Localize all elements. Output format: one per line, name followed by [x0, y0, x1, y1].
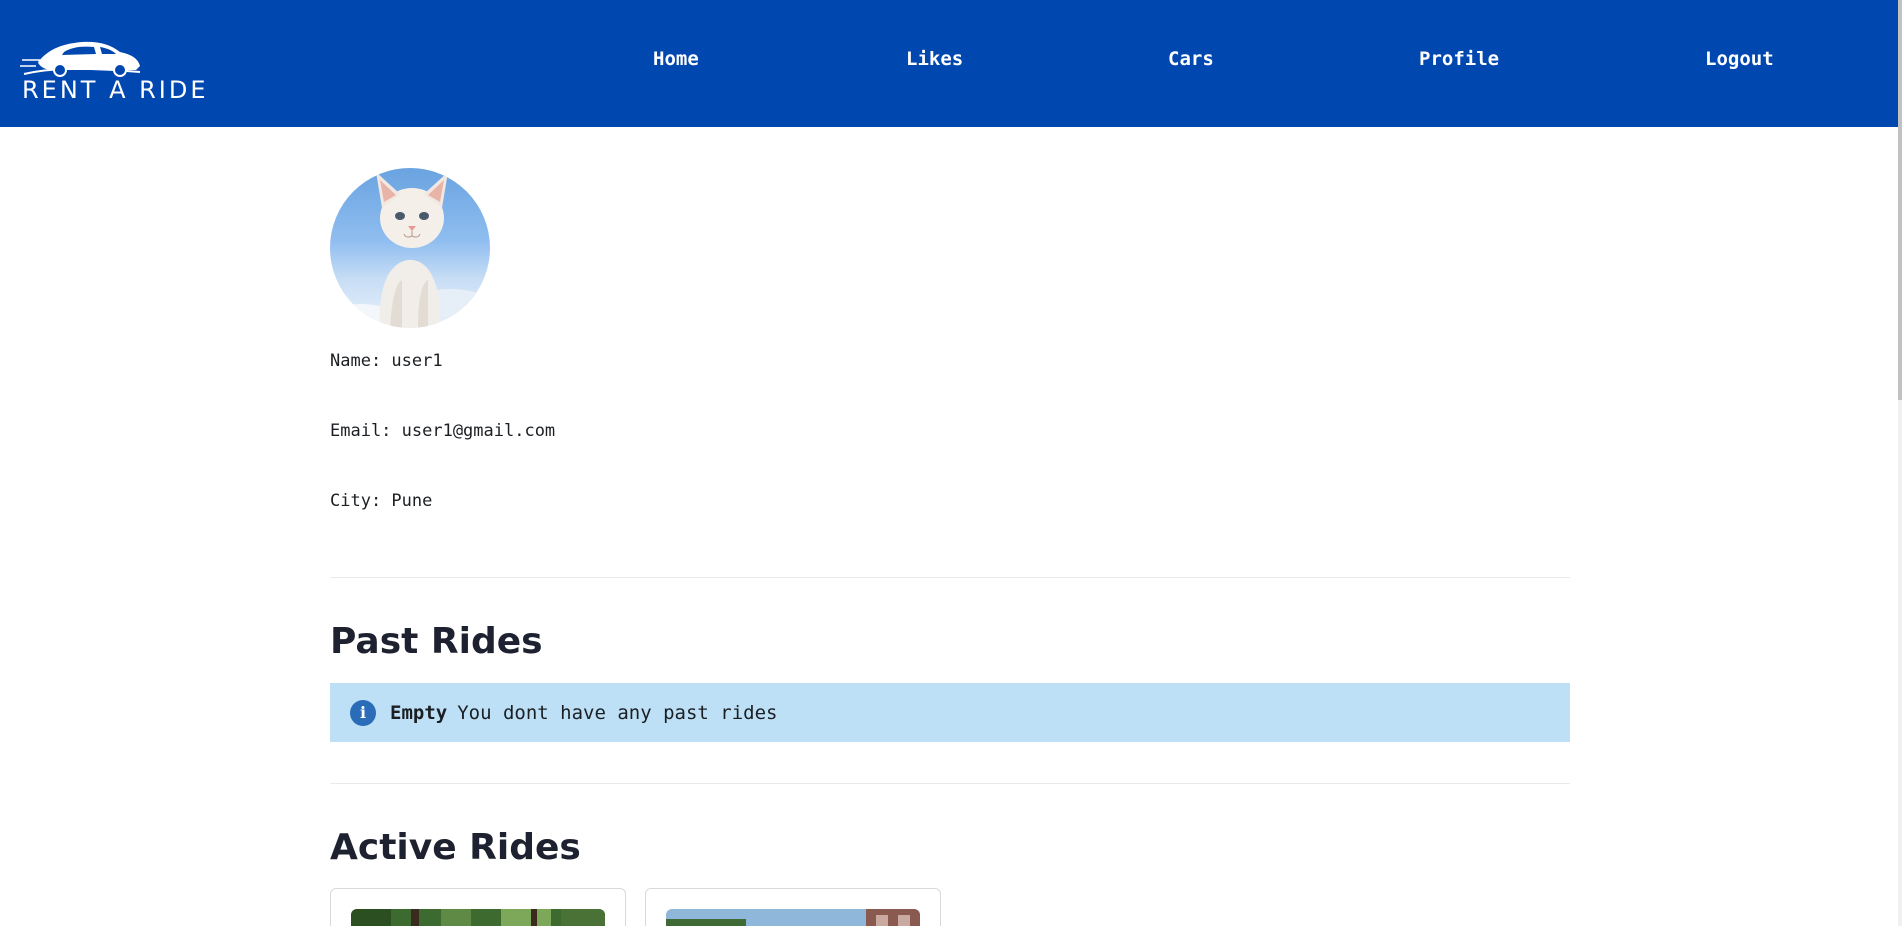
- ride-image: [666, 909, 920, 926]
- past-rides-empty-alert: i Empty You dont have any past rides: [330, 683, 1570, 742]
- past-rides-title: Past Rides: [330, 621, 543, 662]
- nav-home[interactable]: Home: [653, 47, 699, 71]
- avatar: [330, 168, 490, 328]
- nav-cars[interactable]: Cars: [1168, 47, 1214, 71]
- nav-likes[interactable]: Likes: [906, 47, 963, 71]
- page: RENT A RIDE Home Likes Cars Profile Logo…: [0, 0, 1902, 926]
- car-logo-icon: [20, 41, 141, 77]
- alert-message: You dont have any past rides: [457, 701, 778, 724]
- ride-image: [351, 909, 605, 926]
- logo-text: RENT A RIDE: [22, 76, 209, 104]
- divider: [330, 783, 1570, 784]
- brand-logo[interactable]: RENT A RIDE: [20, 38, 220, 104]
- active-ride-card[interactable]: [645, 888, 941, 926]
- divider: [330, 577, 1570, 578]
- info-icon: i: [350, 699, 376, 726]
- vertical-scrollbar[interactable]: [1898, 0, 1902, 926]
- active-rides-title: Active Rides: [330, 827, 581, 868]
- profile-email: Email: user1@gmail.com: [330, 421, 556, 441]
- cat-avatar-icon: [330, 172, 490, 328]
- profile-city: City: Pune: [330, 491, 433, 511]
- scrollbar-thumb[interactable]: [1898, 0, 1902, 400]
- navbar: RENT A RIDE Home Likes Cars Profile Logo…: [0, 0, 1898, 127]
- active-ride-card[interactable]: [330, 888, 626, 926]
- nav-profile[interactable]: Profile: [1419, 47, 1499, 71]
- profile-name: Name: user1: [330, 351, 443, 371]
- car-photo-thumbnail: [351, 909, 605, 926]
- nav-logout[interactable]: Logout: [1705, 47, 1774, 71]
- alert-strong-label: Empty: [390, 701, 448, 724]
- car-photo-thumbnail: [666, 909, 920, 926]
